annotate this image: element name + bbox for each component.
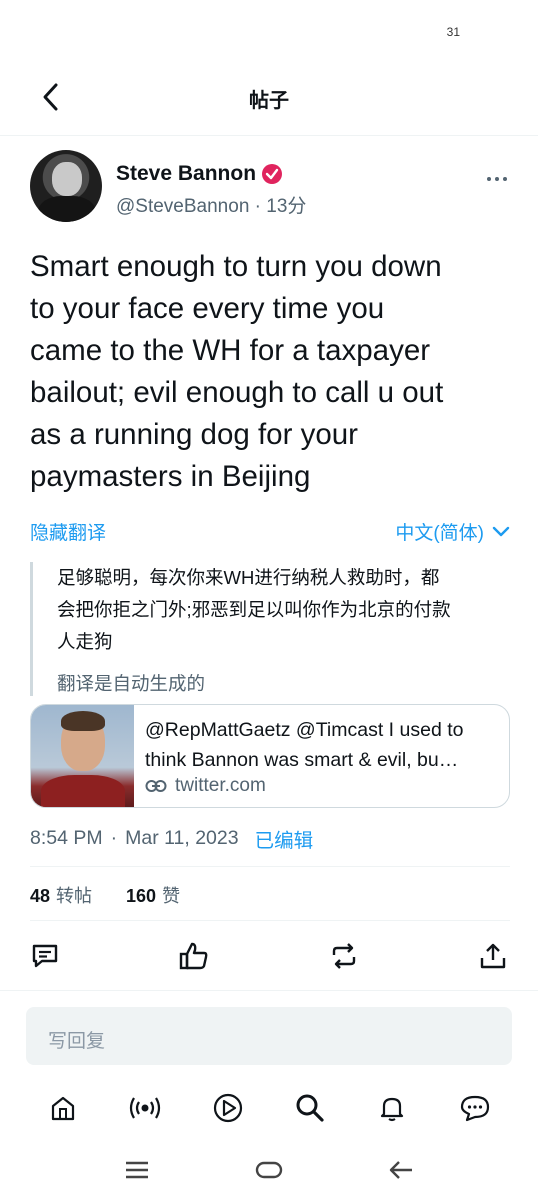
reply-area: 写回复 bbox=[0, 990, 538, 1080]
nav-messages[interactable] bbox=[455, 1088, 495, 1128]
translated-line: 会把你拒之门外;邪恶到足以叫你作为北京的付款 bbox=[57, 599, 451, 620]
translated-line: 人走狗 bbox=[57, 631, 113, 652]
post-time: 13分 bbox=[266, 196, 307, 217]
tweet-line: Smart enough to turn you down bbox=[30, 250, 442, 283]
spaces-icon bbox=[130, 1097, 161, 1119]
link-domain: twitter.com bbox=[175, 775, 266, 796]
translation-controls: 隐藏翻译 中文(简体) bbox=[30, 518, 510, 544]
separator-dot: · bbox=[254, 196, 261, 217]
tweet-author: Steve Bannon @SteveBannon · 13分 bbox=[30, 150, 518, 222]
tweet-line: bailout; evil enough to call u out bbox=[30, 376, 444, 409]
retweet-count-label: 转帖 bbox=[56, 886, 93, 906]
language-select[interactable]: 中文(简体) bbox=[395, 518, 510, 545]
bell-icon bbox=[381, 1097, 404, 1122]
link-card[interactable]: @RepMattGaetz @Timcast I used to think B… bbox=[30, 704, 510, 808]
menu-icon bbox=[126, 1161, 148, 1179]
tweet-date: Mar 11, 2023 bbox=[125, 827, 239, 849]
author-handle[interactable]: @SteveBannon bbox=[116, 196, 249, 217]
tweet-line: to your face every time you bbox=[30, 292, 385, 325]
share-icon bbox=[480, 943, 506, 969]
divider bbox=[30, 920, 510, 921]
search-icon bbox=[296, 1094, 324, 1122]
nav-notifications[interactable] bbox=[372, 1088, 412, 1128]
home-icon bbox=[52, 1096, 75, 1121]
chevron-down-icon bbox=[492, 526, 510, 536]
language-label: 中文(简体) bbox=[395, 523, 484, 544]
reply-button[interactable] bbox=[28, 939, 62, 973]
tweet-line: as a running dog for your bbox=[30, 418, 358, 451]
tweet-actions bbox=[28, 936, 510, 976]
link-icon bbox=[145, 780, 167, 792]
link-card-domain: twitter.com bbox=[145, 775, 266, 797]
system-recents-button[interactable] bbox=[117, 1150, 157, 1190]
engagement-counts: 48 转帖 160 赞 bbox=[30, 882, 180, 908]
system-home-button[interactable] bbox=[249, 1150, 289, 1190]
more-options-button[interactable] bbox=[482, 164, 512, 194]
link-card-image bbox=[31, 705, 134, 807]
back-arrow-icon bbox=[389, 1161, 412, 1179]
author-name[interactable]: Steve Bannon bbox=[116, 162, 256, 186]
translated-line: 足够聪明，每次你来WH进行纳税人救助时，都 bbox=[57, 567, 440, 588]
system-navigation bbox=[0, 1150, 538, 1190]
retweet-button[interactable] bbox=[327, 939, 361, 973]
status-number: 31 bbox=[446, 25, 460, 39]
nav-search[interactable] bbox=[290, 1088, 330, 1128]
like-count-label: 赞 bbox=[162, 886, 181, 906]
retweet-count-value: 48 bbox=[30, 886, 51, 906]
more-dots-icon bbox=[487, 177, 507, 181]
system-back-button[interactable] bbox=[381, 1150, 421, 1190]
avatar[interactable] bbox=[30, 150, 102, 222]
link-card-line: think Bannon was smart & evil, bu… bbox=[145, 749, 459, 771]
retweet-icon bbox=[332, 943, 355, 969]
bottom-nav bbox=[0, 1084, 538, 1132]
share-button[interactable] bbox=[476, 939, 510, 973]
retweet-count[interactable]: 48 转帖 bbox=[30, 882, 92, 908]
hide-translation-link[interactable]: 隐藏翻译 bbox=[30, 518, 106, 545]
link-card-line: @RepMattGaetz @Timcast I used to bbox=[145, 719, 464, 741]
tweet-time: 8:54 PM bbox=[30, 827, 103, 849]
tweet-line: came to the WH for a taxpayer bbox=[30, 334, 431, 367]
edited-link[interactable]: 已编辑 bbox=[255, 824, 314, 853]
link-card-text: @RepMattGaetz @Timcast I used to think B… bbox=[145, 715, 499, 775]
tweet-meta: 8:54 PM · Mar 11, 2023 已编辑 bbox=[30, 824, 313, 853]
separator-dot: · bbox=[110, 827, 118, 849]
tweet-line: paymasters in Beijing bbox=[30, 460, 311, 493]
thumbs-up-icon bbox=[180, 942, 208, 970]
page-title: 帖子 bbox=[249, 90, 289, 112]
messages-icon bbox=[460, 1095, 489, 1122]
play-icon bbox=[213, 1093, 242, 1123]
author-handle-row: @SteveBannon · 13分 bbox=[116, 191, 306, 218]
translated-text: 足够聪明，每次你来WH进行纳税人救助时，都 会把你拒之门外;邪恶到足以叫你作为北… bbox=[57, 562, 512, 658]
nav-video[interactable] bbox=[208, 1088, 248, 1128]
translation-block: 足够聪明，每次你来WH进行纳税人救助时，都 会把你拒之门外;邪恶到足以叫你作为北… bbox=[30, 562, 512, 696]
like-count[interactable]: 160 赞 bbox=[126, 882, 180, 908]
reply-input[interactable]: 写回复 bbox=[26, 1007, 512, 1065]
author-name-row: Steve Bannon bbox=[116, 162, 283, 186]
divider bbox=[30, 866, 510, 867]
status-bar: 31 bbox=[0, 0, 538, 60]
nav-spaces[interactable] bbox=[125, 1088, 165, 1128]
header: 帖子 bbox=[0, 60, 538, 136]
home-pill-icon bbox=[255, 1161, 283, 1179]
like-button[interactable] bbox=[177, 939, 211, 973]
tweet-text: Smart enough to turn you down to your fa… bbox=[30, 246, 510, 498]
verified-badge-icon bbox=[262, 164, 283, 184]
nav-home[interactable] bbox=[43, 1088, 83, 1128]
like-count-value: 160 bbox=[126, 886, 157, 906]
comment-icon bbox=[32, 944, 58, 968]
translation-note: 翻译是自动生成的 bbox=[57, 673, 206, 694]
